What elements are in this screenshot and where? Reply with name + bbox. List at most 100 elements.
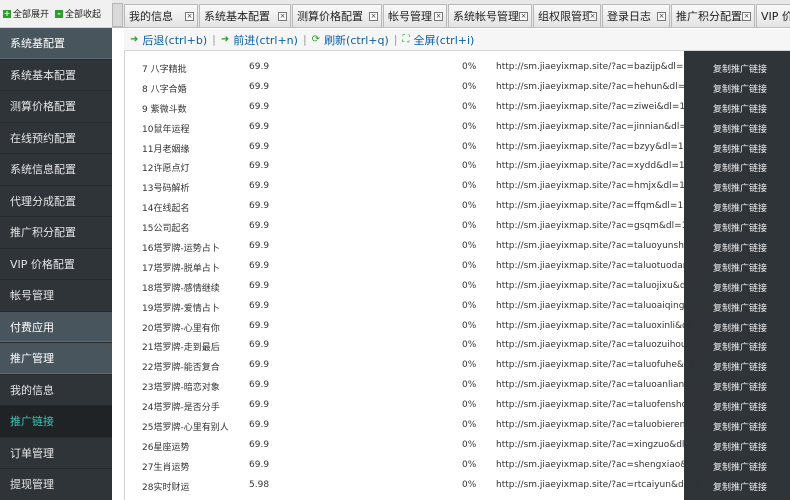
sidebar-section[interactable]: 系统基配置 <box>0 28 112 60</box>
copy-link-button[interactable]: 复制推广链接 <box>713 161 767 174</box>
copy-link-button[interactable]: 复制推广链接 <box>713 181 767 194</box>
commission-rate: 0% <box>462 81 477 92</box>
sidebar-item[interactable]: 推广链接 <box>0 406 112 438</box>
close-icon[interactable]: × <box>588 12 597 21</box>
refresh-button[interactable]: ⟳ 刷新(ctrl+q) <box>312 32 389 48</box>
tab[interactable]: 测算价格配置 × <box>292 4 382 27</box>
copy-link-button[interactable]: 复制推广链接 <box>713 301 767 314</box>
close-icon[interactable]: × <box>369 12 378 21</box>
tab-label: 帐号管理 <box>388 10 432 23</box>
table-row: 12许愿点灯 69.9 0% http://sm.jiaeyixmap.site/?a… <box>125 158 790 178</box>
table-row: 23塔罗牌-暗恋对象 69.9 0% http://sm.jiaeyixmap.sit… <box>125 377 790 397</box>
promotion-url: http://sm.jiaeyixmap.site/?ac=shengxiao&… <box>496 459 709 470</box>
sidebar-section[interactable]: 付费应用 <box>0 311 112 343</box>
copy-link-button[interactable]: 复制推广链接 <box>713 460 767 473</box>
copy-link-button[interactable]: 复制推广链接 <box>713 142 767 155</box>
price: 69.9 <box>249 241 270 252</box>
forward-button[interactable]: ➜ 前进(ctrl+n) <box>221 32 298 48</box>
tab-label: 登录日志 <box>607 10 651 23</box>
product-name: 18塔罗牌-感情继续 <box>142 283 220 294</box>
table-row: 28实时财运 5.98 0% http://sm.jiaeyixmap.site/?a… <box>125 477 790 497</box>
tab-scroll-left-button[interactable] <box>112 3 123 27</box>
copy-link-button[interactable]: 复制推广链接 <box>713 201 767 214</box>
table-row: 16塔罗牌-运势占卜 69.9 0% http://sm.jiaeyixmap.sit… <box>125 238 790 258</box>
expand-all-label: 全部展开 <box>13 10 50 20</box>
commission-rate: 0% <box>462 479 477 490</box>
table-row: 9 紫微斗数 69.9 0% http://sm.jiaeyixmap.site/?a… <box>125 99 790 119</box>
copy-link-button[interactable]: 复制推广链接 <box>713 82 767 95</box>
commission-rate: 0% <box>462 141 477 152</box>
tab[interactable]: 组权限管理 × <box>533 4 601 27</box>
sidebar-item[interactable]: 帐号管理 <box>0 280 112 312</box>
table-row: 11月老姻缘 69.9 0% http://sm.jiaeyixmap.site/?a… <box>125 139 790 159</box>
copy-link-button[interactable]: 复制推广链接 <box>713 480 767 493</box>
promotion-url: http://sm.jiaeyixmap.site/?ac=taluoxinli… <box>496 320 704 331</box>
product-name: 25塔罗牌-心里有别人 <box>142 423 229 434</box>
copy-link-button[interactable]: 复制推广链接 <box>713 340 767 353</box>
close-icon[interactable]: × <box>278 12 287 21</box>
commission-rate: 0% <box>462 459 477 470</box>
tab[interactable]: VIP 价格配置 <box>756 4 790 27</box>
copy-link-button[interactable]: 复制推广链接 <box>713 400 767 413</box>
refresh-label: 刷新(ctrl+q) <box>324 33 389 47</box>
price: 69.9 <box>249 380 270 391</box>
price: 69.9 <box>249 260 270 271</box>
sidebar-item[interactable]: 推广积分配置 <box>0 217 112 249</box>
tab[interactable]: 帐号管理 × <box>383 4 447 27</box>
product-name: 13号码解析 <box>142 184 190 195</box>
tab[interactable]: 系统基本配置 × <box>199 4 291 27</box>
expand-all-button[interactable]: + 全部展开 <box>3 7 49 20</box>
price: 69.9 <box>249 280 270 291</box>
tab-label: 系统基本配置 <box>204 10 270 23</box>
sidebar-item[interactable]: VIP 价格配置 <box>0 249 112 280</box>
product-name: 15公司起名 <box>142 224 190 235</box>
sidebar-item[interactable]: 订单管理 <box>0 438 112 469</box>
back-button[interactable]: ➜ 后退(ctrl+b) <box>130 32 207 48</box>
copy-link-button[interactable]: 复制推广链接 <box>713 321 767 334</box>
price: 69.9 <box>249 81 270 92</box>
sidebar-item[interactable]: 我的信息 <box>0 375 112 406</box>
close-icon[interactable]: × <box>434 12 443 21</box>
toolbar-separator: | <box>393 33 398 46</box>
sidebar-section[interactable]: 推广管理 <box>0 343 112 375</box>
table-row: 19塔罗牌-爱情占卜 69.9 0% http://sm.jiaeyixmap.sit… <box>125 298 790 318</box>
copy-link-button[interactable]: 复制推广链接 <box>713 281 767 294</box>
product-name: 14在线起名 <box>142 204 190 215</box>
table-row: 14在线起名 69.9 0% http://sm.jiaeyixmap.site/?a… <box>125 198 790 218</box>
close-icon[interactable]: × <box>742 12 751 21</box>
tab-label: 测算价格配置 <box>297 10 363 23</box>
tab[interactable]: 我的信息 × <box>124 4 198 27</box>
sidebar-item[interactable]: 代理分成配置 <box>0 186 112 217</box>
tab[interactable]: 登录日志 × <box>602 4 670 27</box>
copy-link-button[interactable]: 复制推广链接 <box>713 221 767 234</box>
table-row: 24塔罗牌-是否分手 69.9 0% http://sm.jiaeyixmap.sit… <box>125 397 790 417</box>
sidebar-item[interactable]: 提现管理 <box>0 469 112 500</box>
promotion-url: http://sm.jiaeyixmap.site/?ac=xingzuo&dl… <box>496 439 698 450</box>
copy-link-button[interactable]: 复制推广链接 <box>713 440 767 453</box>
copy-link-button[interactable]: 复制推广链接 <box>713 261 767 274</box>
sidebar-item[interactable]: 系统基本配置 <box>0 60 112 91</box>
sidebar-item[interactable]: 系统信息配置 <box>0 154 112 186</box>
promotion-url: http://sm.jiaeyixmap.site/?ac=jinnian&dl… <box>496 121 693 132</box>
close-icon[interactable]: × <box>185 12 194 21</box>
collapse-all-button[interactable]: - 全部收起 <box>55 7 101 20</box>
close-icon[interactable]: × <box>519 12 528 21</box>
tab-bar: 我的信息 × 系统基本配置 × 测算价格配置 × 帐号管理 × 系统帐号管理 × 组权限管理 × 登录日… <box>112 0 790 28</box>
close-icon[interactable]: × <box>657 12 666 21</box>
copy-link-button[interactable]: 复制推广链接 <box>713 122 767 135</box>
tab[interactable]: 推广积分配置 × <box>671 4 755 27</box>
copy-link-button[interactable]: 复制推广链接 <box>713 420 767 433</box>
tab-label: 我的信息 <box>129 10 173 23</box>
copy-link-button[interactable]: 复制推广链接 <box>713 360 767 373</box>
copy-link-button[interactable]: 复制推广链接 <box>713 380 767 393</box>
tab[interactable]: 系统帐号管理 × <box>448 4 532 27</box>
copy-link-button[interactable]: 复制推广链接 <box>713 241 767 254</box>
product-name: 20塔罗牌-心里有你 <box>142 323 220 334</box>
sidebar-item[interactable]: 在线预约配置 <box>0 123 112 154</box>
sidebar-item[interactable]: 测算价格配置 <box>0 91 112 123</box>
fullscreen-button[interactable]: ⛶ 全屏(ctrl+i) <box>403 32 475 48</box>
copy-link-button[interactable]: 复制推广链接 <box>713 62 767 75</box>
sidebar-menu: 系统基配置 系统基本配置 测算价格配置 在线预约配置 系统信息配置 代理分成配置 推广积分配… <box>0 28 112 500</box>
copy-link-button[interactable]: 复制推广链接 <box>713 102 767 115</box>
plus-icon: + <box>3 8 11 18</box>
